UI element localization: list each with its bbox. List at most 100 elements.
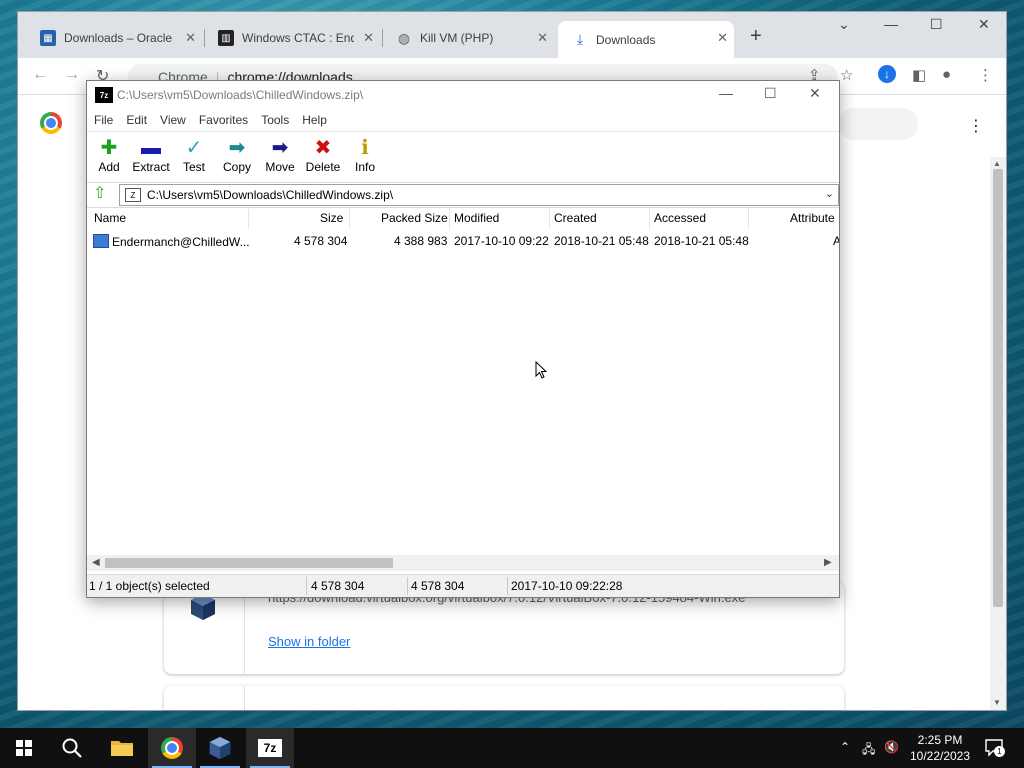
- folder-up-icon[interactable]: ⇧: [93, 186, 109, 202]
- tab-downloads-oracle[interactable]: ▦ Downloads – Oracle V ✕: [26, 21, 202, 55]
- status-size: 4 578 304: [311, 579, 365, 593]
- menu-help[interactable]: Help: [295, 110, 333, 130]
- tab-windows-ctac[interactable]: ▥ Windows CTAC : Ende ✕: [204, 21, 380, 55]
- forward-arrow-icon[interactable]: →: [64, 66, 80, 84]
- card-divider: [244, 686, 245, 710]
- menu-kebab-icon[interactable]: ⋮: [978, 66, 993, 84]
- folder-icon: [111, 741, 133, 756]
- taskbar-file-explorer[interactable]: [98, 728, 146, 768]
- file-icon: [93, 234, 109, 248]
- cell-packed-size: 4 388 983: [394, 234, 448, 248]
- search-icon: [62, 738, 82, 758]
- scrollbar-thumb[interactable]: [993, 169, 1003, 607]
- chevron-down-icon[interactable]: ⌄: [825, 187, 834, 200]
- add-icon: ✚: [100, 137, 118, 159]
- downloads-menu-icon[interactable]: ⋮: [968, 116, 984, 136]
- back-arrow-icon[interactable]: ←: [32, 66, 48, 84]
- volume-muted-icon[interactable]: 🔇: [884, 740, 899, 754]
- status-bar: 1 / 1 object(s) selected 4 578 304 4 578…: [87, 574, 839, 597]
- show-in-folder-link[interactable]: Show in folder: [268, 634, 350, 649]
- delete-button[interactable]: ✖ Delete: [301, 136, 345, 174]
- clock-time: 2:25 PM: [917, 733, 963, 747]
- column-size[interactable]: Size: [320, 211, 343, 225]
- window-title: C:\Users\vm5\Downloads\ChilledWindows.zi…: [117, 88, 364, 102]
- maximize-button[interactable]: ☐: [930, 16, 943, 33]
- network-icon[interactable]: 🖧: [862, 740, 875, 761]
- close-tab-icon[interactable]: ✕: [537, 30, 548, 46]
- status-selected: 1 / 1 object(s) selected: [89, 579, 210, 593]
- minimize-button[interactable]: —: [719, 85, 733, 101]
- column-divider[interactable]: [349, 209, 350, 229]
- sevenzip-toolbar: ✚ Add ▬ Extract ✓ Test ➡ Copy ➡ Move ✖ D…: [87, 131, 839, 182]
- close-tab-icon[interactable]: ✕: [717, 30, 728, 46]
- scroll-up-icon[interactable]: ▲: [993, 159, 1001, 168]
- menu-favorites[interactable]: Favorites: [192, 110, 254, 130]
- column-packed-size[interactable]: Packed Size: [381, 211, 448, 225]
- maximize-button[interactable]: ☐: [764, 85, 777, 102]
- scrollbar-thumb[interactable]: [105, 558, 393, 568]
- downloads-icon[interactable]: ↓: [878, 65, 896, 83]
- download-icon: ⤓: [576, 31, 584, 47]
- side-panel-icon[interactable]: ◧: [912, 66, 926, 84]
- scroll-down-icon[interactable]: ▼: [993, 698, 1001, 707]
- add-button[interactable]: ✚ Add: [87, 136, 131, 174]
- column-divider[interactable]: [248, 209, 249, 229]
- tab-search-chevron-icon[interactable]: ⌄: [838, 16, 850, 33]
- column-attributes[interactable]: Attribute: [790, 211, 835, 225]
- search-button[interactable]: [48, 728, 96, 768]
- column-divider[interactable]: [649, 209, 650, 229]
- scroll-right-icon[interactable]: ▶: [824, 557, 832, 568]
- close-button[interactable]: ✕: [809, 85, 821, 102]
- page-scrollbar[interactable]: ▲ ▼: [990, 157, 1006, 710]
- tab-kill-vm[interactable]: ◍ Kill VM (PHP) ✕: [382, 21, 554, 55]
- bookmark-star-icon[interactable]: ☆: [840, 66, 853, 84]
- tab-downloads[interactable]: ⤓ Downloads ✕: [558, 21, 734, 58]
- scroll-left-icon[interactable]: ◀: [92, 557, 100, 568]
- downloads-search-box[interactable]: [838, 108, 918, 140]
- menu-tools[interactable]: Tools: [254, 110, 295, 130]
- path-combobox[interactable]: Z C:\Users\vm5\Downloads\ChilledWindows.…: [119, 184, 839, 206]
- notification-count-badge: 1: [994, 746, 1005, 757]
- column-modified[interactable]: Modified: [454, 211, 499, 225]
- profile-avatar-icon[interactable]: ●: [942, 66, 951, 83]
- menu-file[interactable]: File: [87, 110, 119, 130]
- taskbar-chrome[interactable]: [148, 728, 196, 768]
- sevenzip-titlebar[interactable]: 7z C:\Users\vm5\Downloads\ChilledWindows…: [87, 81, 839, 109]
- column-divider[interactable]: [549, 209, 550, 229]
- tab-strip: ▦ Downloads – Oracle V ✕ ▥ Windows CTAC …: [18, 12, 1006, 58]
- show-hidden-icons-chevron-icon[interactable]: ⌃: [840, 740, 850, 754]
- copy-button[interactable]: ➡ Copy: [215, 136, 259, 174]
- mouse-pointer-icon: [535, 361, 547, 379]
- notifications-button[interactable]: 1: [984, 737, 1005, 757]
- status-divider: [507, 577, 508, 595]
- move-button[interactable]: ➡ Move: [258, 136, 302, 174]
- start-button[interactable]: [0, 728, 48, 768]
- column-divider[interactable]: [449, 209, 450, 229]
- address-row: ⇧ Z C:\Users\vm5\Downloads\ChilledWindow…: [87, 182, 839, 208]
- download-card-next: [164, 686, 844, 710]
- status-divider: [407, 577, 408, 595]
- archive-site-icon: ▥: [218, 30, 234, 46]
- clock[interactable]: 2:25 PM 10/22/2023: [902, 732, 978, 764]
- extract-button[interactable]: ▬ Extract: [129, 136, 173, 174]
- column-divider[interactable]: [748, 209, 749, 229]
- path-text: C:\Users\vm5\Downloads\ChilledWindows.zi…: [147, 188, 394, 202]
- delete-icon: ✖: [314, 137, 332, 159]
- column-accessed[interactable]: Accessed: [654, 211, 706, 225]
- minimize-button[interactable]: —: [884, 16, 898, 32]
- taskbar: 7z ⌃ 🖧 🔇 2:25 PM 10/22/2023 1: [0, 728, 1024, 768]
- horizontal-scrollbar[interactable]: ◀ ▶: [87, 555, 839, 571]
- column-name[interactable]: Name: [94, 211, 126, 225]
- menu-view[interactable]: View: [153, 110, 192, 130]
- close-tab-icon[interactable]: ✕: [185, 30, 196, 46]
- column-created[interactable]: Created: [554, 211, 597, 225]
- taskbar-virtualbox[interactable]: [196, 728, 244, 768]
- close-window-button[interactable]: ✕: [978, 16, 990, 33]
- menu-edit[interactable]: Edit: [119, 110, 153, 130]
- cell-name: Endermanch@ChilledW...: [93, 234, 250, 249]
- test-button[interactable]: ✓ Test: [172, 136, 216, 174]
- close-tab-icon[interactable]: ✕: [363, 30, 374, 46]
- new-tab-button[interactable]: +: [750, 25, 762, 48]
- info-button[interactable]: ℹ Info: [343, 136, 387, 174]
- taskbar-7zip[interactable]: 7z: [246, 728, 294, 768]
